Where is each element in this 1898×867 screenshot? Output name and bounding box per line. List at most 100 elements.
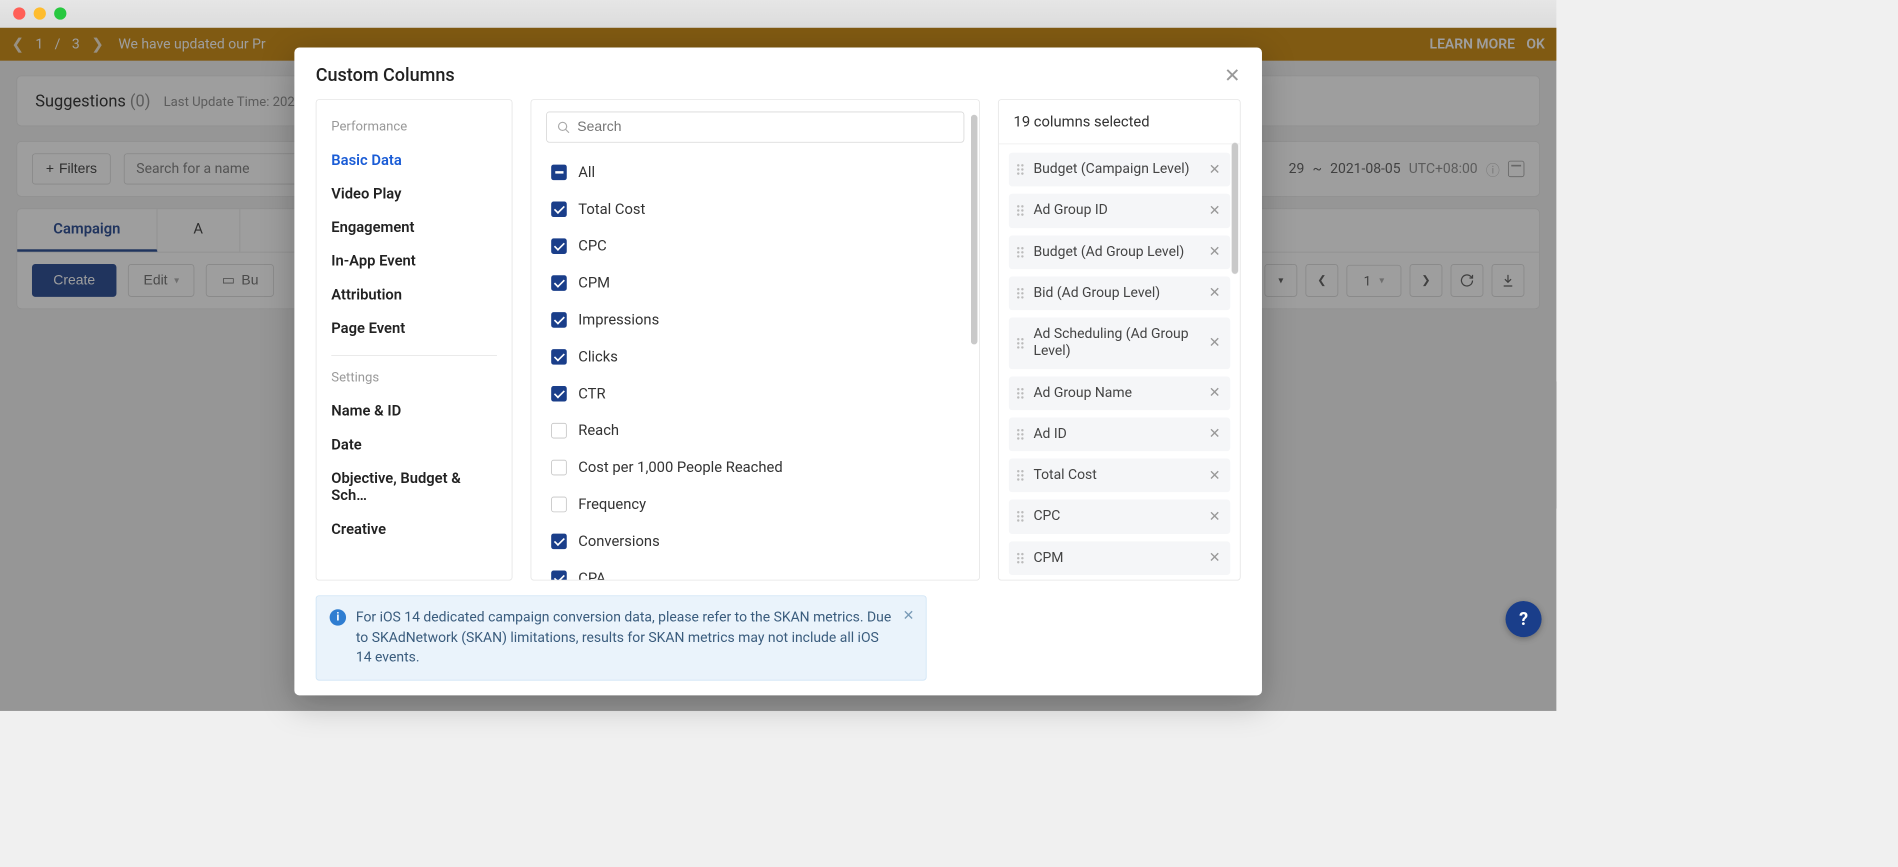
selected-column-label: Ad ID	[1033, 425, 1200, 442]
selected-columns-panel: 19 columns selected Budget (Campaign Lev…	[998, 99, 1241, 580]
category-item[interactable]: Video Play	[317, 177, 512, 211]
remove-column-button[interactable]: ✕	[1207, 202, 1222, 218]
metric-checkbox[interactable]	[551, 312, 567, 328]
metric-label: Conversions	[578, 533, 659, 550]
metric-row[interactable]: Cost per 1,000 People Reached	[551, 449, 959, 486]
metric-checkbox[interactable]	[551, 165, 567, 181]
selected-column-item[interactable]: CPC✕	[1009, 500, 1230, 534]
close-icon: ✕	[1208, 244, 1220, 260]
drag-handle-icon[interactable]	[1017, 429, 1027, 440]
modal-close-button[interactable]: ✕	[1224, 64, 1240, 88]
metric-row[interactable]: Reach	[551, 412, 959, 449]
selected-column-item[interactable]: Total Cost✕	[1009, 458, 1230, 492]
info-close-button[interactable]: ✕	[903, 608, 915, 624]
info-notice: i For iOS 14 dedicated campaign conversi…	[316, 595, 927, 680]
section-settings-title: Settings	[317, 366, 512, 395]
metric-checkbox[interactable]	[551, 386, 567, 402]
category-item[interactable]: Objective, Budget & Sch…	[317, 462, 512, 513]
selected-column-label: Bid (Ad Group Level)	[1033, 284, 1200, 301]
metric-checkbox[interactable]	[551, 239, 567, 255]
metric-checkbox[interactable]	[551, 497, 567, 513]
remove-column-button[interactable]: ✕	[1207, 335, 1222, 351]
drag-handle-icon[interactable]	[1017, 552, 1027, 563]
window-close-dot[interactable]	[13, 7, 25, 19]
metric-label: Clicks	[578, 349, 618, 366]
remove-column-button[interactable]: ✕	[1207, 385, 1222, 401]
category-item[interactable]: Page Event	[317, 312, 512, 346]
window-minimize-dot[interactable]	[34, 7, 46, 19]
selected-column-item[interactable]: CPM ✕	[1009, 541, 1230, 575]
drag-handle-icon[interactable]	[1017, 388, 1027, 399]
category-item[interactable]: In-App Event	[317, 244, 512, 278]
metric-checkbox[interactable]	[551, 571, 567, 580]
metric-label: Impressions	[578, 312, 659, 329]
selected-column-label: Budget (Ad Group Level)	[1033, 243, 1200, 260]
remove-column-button[interactable]: ✕	[1207, 508, 1222, 524]
category-item[interactable]: Name & ID	[317, 394, 512, 428]
selected-column-item[interactable]: Bid (Ad Group Level) ✕	[1009, 276, 1230, 310]
drag-handle-icon[interactable]	[1017, 470, 1027, 481]
metric-label: CPM	[578, 275, 610, 292]
remove-column-button[interactable]: ✕	[1207, 161, 1222, 177]
metric-label: CTR	[578, 385, 605, 402]
selected-column-item[interactable]: Ad Scheduling (Ad Group Level) ✕	[1009, 317, 1230, 368]
category-item[interactable]: Basic Data	[317, 144, 512, 178]
selected-count-header: 19 columns selected	[999, 100, 1240, 144]
selected-column-label: Ad Group ID	[1033, 202, 1200, 219]
selected-column-item[interactable]: Ad Group ID ✕	[1009, 194, 1230, 228]
category-item[interactable]: Attribution	[317, 278, 512, 312]
metric-checkbox[interactable]	[551, 460, 567, 476]
close-icon: ✕	[1224, 65, 1240, 87]
remove-column-button[interactable]: ✕	[1207, 467, 1222, 483]
metric-row[interactable]: CTR	[551, 376, 959, 413]
close-icon: ✕	[1208, 467, 1220, 483]
category-item[interactable]: Date	[317, 428, 512, 462]
remove-column-button[interactable]: ✕	[1207, 550, 1222, 566]
metric-checkbox[interactable]	[551, 534, 567, 550]
selected-column-item[interactable]: Ad Group Name ✕	[1009, 376, 1230, 410]
selected-column-label: CPM	[1033, 549, 1200, 566]
metric-row[interactable]: CPA	[551, 560, 959, 580]
category-item[interactable]: Engagement	[317, 211, 512, 245]
selected-scrollbar[interactable]	[1232, 143, 1239, 274]
metrics-search-box[interactable]	[546, 112, 964, 143]
selected-column-item[interactable]: Ad ID ✕	[1009, 417, 1230, 451]
metric-checkbox[interactable]	[551, 276, 567, 292]
drag-handle-icon[interactable]	[1017, 164, 1027, 175]
drag-handle-icon[interactable]	[1017, 288, 1027, 299]
metrics-search-input[interactable]	[577, 119, 953, 135]
remove-column-button[interactable]: ✕	[1207, 426, 1222, 442]
category-item[interactable]: Creative	[317, 513, 512, 547]
selected-column-item[interactable]: Budget (Campaign Level)✕	[1009, 153, 1230, 187]
metric-label: Total Cost	[578, 201, 645, 218]
metric-row[interactable]: CPM	[551, 265, 959, 302]
selected-column-item[interactable]: Budget (Ad Group Level) ✕	[1009, 235, 1230, 269]
metric-row[interactable]: CPC	[551, 228, 959, 265]
metric-label: All	[578, 164, 595, 181]
custom-columns-modal: Custom Columns ✕ Performance Basic DataV…	[294, 48, 1262, 696]
metric-checkbox[interactable]	[551, 349, 567, 365]
drag-handle-icon[interactable]	[1017, 205, 1027, 216]
remove-column-button[interactable]: ✕	[1207, 244, 1222, 260]
metric-row[interactable]: Conversions	[551, 523, 959, 560]
window-maximize-dot[interactable]	[54, 7, 66, 19]
metric-row[interactable]: Total Cost	[551, 191, 959, 228]
selected-column-label: Ad Scheduling (Ad Group Level)	[1033, 326, 1200, 361]
metric-row[interactable]: Frequency	[551, 486, 959, 523]
drag-handle-icon[interactable]	[1017, 338, 1027, 349]
help-button[interactable]: ?	[1506, 601, 1542, 637]
remove-column-button[interactable]: ✕	[1207, 285, 1222, 301]
metric-row[interactable]: All	[551, 154, 959, 191]
drag-handle-icon[interactable]	[1017, 247, 1027, 258]
window-titlebar	[0, 0, 1556, 28]
metric-row[interactable]: Impressions	[551, 302, 959, 339]
metric-row[interactable]: Clicks	[551, 339, 959, 376]
metrics-scrollbar[interactable]	[971, 115, 978, 345]
selected-column-label: Ad Group Name	[1033, 384, 1200, 401]
metric-label: Cost per 1,000 People Reached	[578, 459, 782, 476]
metric-checkbox[interactable]	[551, 423, 567, 439]
drag-handle-icon[interactable]	[1017, 511, 1027, 522]
metric-checkbox[interactable]	[551, 202, 567, 218]
modal-title: Custom Columns	[316, 66, 455, 87]
close-icon: ✕	[1208, 550, 1220, 566]
